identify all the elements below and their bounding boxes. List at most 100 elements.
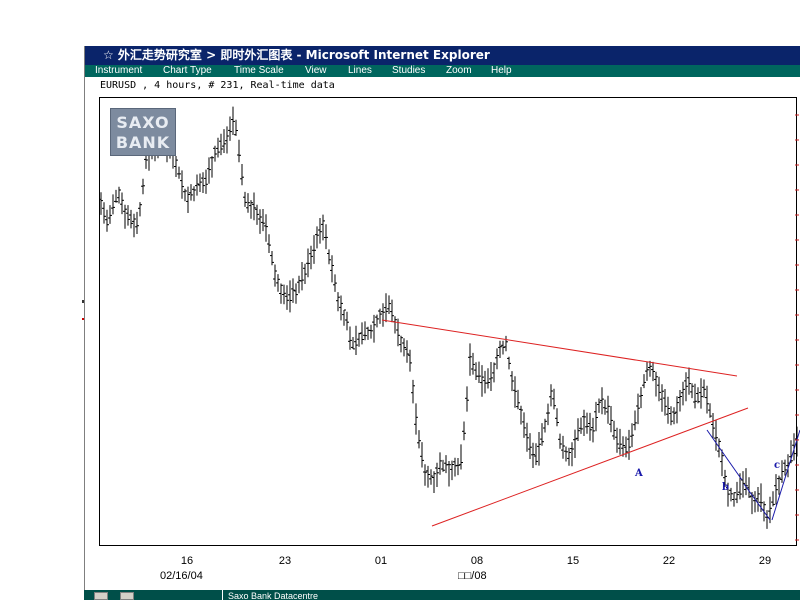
x-tick-label: 29 — [758, 555, 772, 567]
ohlc-bar — [507, 356, 511, 370]
status-divider — [222, 590, 223, 600]
ohlc-bar — [381, 303, 385, 327]
ohlc-bar — [300, 262, 304, 291]
ohlc-bar — [648, 360, 652, 377]
ohlc-bars — [99, 106, 799, 529]
ohlc-bar — [201, 172, 205, 193]
ohlc-bar — [117, 186, 121, 204]
ohlc-bar — [543, 418, 547, 433]
ohlc-bar — [237, 139, 241, 163]
ohlc-bar — [177, 166, 181, 179]
ohlc-bar — [297, 275, 301, 294]
ohlc-bar — [792, 433, 796, 461]
ohlc-bar — [363, 321, 367, 341]
ohlc-bar — [402, 338, 406, 357]
ohlc-bar — [375, 314, 379, 328]
ohlc-bar — [567, 447, 571, 466]
ohlc-bar — [276, 274, 280, 292]
ohlc-bar — [570, 442, 574, 467]
ohlc-bar — [111, 194, 115, 215]
ohlc-bar — [312, 235, 316, 264]
logo-line-1: SAXO — [116, 113, 170, 132]
ohlc-bar — [645, 361, 649, 381]
ohlc-bar — [192, 186, 196, 202]
ohlc-bar — [411, 379, 415, 404]
ohlc-bar — [267, 234, 271, 253]
ohlc-bar — [618, 428, 622, 455]
ohlc-bar — [282, 284, 286, 305]
ohlc-bar — [693, 383, 697, 409]
x-month-label: □□/08 — [458, 570, 487, 582]
x-tick-label: 23 — [278, 555, 292, 567]
ohlc-bar — [210, 156, 214, 178]
status-button[interactable] — [120, 592, 134, 600]
x-tick-label: 01 — [374, 555, 388, 567]
ohlc-bar — [366, 326, 370, 340]
ohlc-bar — [666, 396, 670, 424]
ohlc-bar — [708, 403, 712, 418]
status-button[interactable] — [94, 592, 108, 600]
ohlc-bar — [240, 164, 244, 186]
ohlc-bar — [246, 193, 250, 213]
wave-label: A — [634, 468, 643, 479]
ohlc-bar — [765, 510, 769, 529]
ohlc-bar — [687, 367, 691, 395]
ohlc-bar — [711, 413, 715, 439]
ohlc-bar — [408, 349, 412, 372]
ohlc-bar — [468, 343, 472, 376]
ohlc-bar — [477, 361, 481, 383]
ohlc-bar — [405, 340, 409, 363]
ohlc-bar — [699, 378, 703, 409]
ohlc-bar — [483, 370, 487, 394]
ohlc-bar — [549, 384, 553, 407]
ohlc-bar — [465, 386, 469, 412]
ohlc-bar — [582, 409, 586, 436]
ohlc-bar — [579, 417, 583, 434]
ohlc-bar — [540, 423, 544, 446]
ohlc-bar — [204, 169, 208, 194]
ohlc-bar — [462, 421, 466, 441]
ohlc-bar — [420, 442, 424, 468]
ohlc-bar — [318, 218, 322, 244]
ohlc-bar — [216, 137, 220, 158]
ohlc-bar — [573, 429, 577, 458]
ohlc-bar — [243, 191, 247, 207]
ohlc-bar — [372, 314, 376, 343]
ohlc-bar — [564, 446, 568, 462]
ohlc-bar — [369, 324, 373, 339]
ohlc-bar — [600, 387, 604, 415]
ohlc-bar — [492, 362, 496, 383]
ohlc-bar — [516, 389, 520, 410]
ohlc-bar — [321, 214, 325, 241]
ohlc-bar — [576, 418, 580, 441]
ohlc-bar — [354, 325, 358, 355]
ohlc-bar — [270, 251, 274, 266]
ohlc-bar — [639, 387, 643, 409]
x-tick-label: 22 — [662, 555, 676, 567]
saxo-bank-logo: SAXO BANK — [110, 108, 176, 156]
x-tick-label: 08 — [470, 555, 484, 567]
ohlc-bar — [531, 442, 535, 468]
ohlc-bar — [546, 403, 550, 426]
ohlc-bar — [279, 283, 283, 304]
ohlc-bar — [135, 211, 139, 234]
ohlc-bar — [606, 395, 610, 424]
ohlc-bar — [264, 214, 268, 242]
ohlc-bar — [690, 383, 694, 399]
ohlc-bar — [399, 335, 403, 353]
ohlc-bar — [123, 204, 127, 229]
ohlc-bar — [435, 462, 439, 487]
ohlc-bar — [339, 295, 343, 321]
ohlc-bar — [651, 361, 655, 382]
ohlc-bar — [285, 285, 289, 310]
ohlc-bar — [138, 202, 142, 217]
ohlc-bar — [489, 362, 493, 391]
ohlc-bar — [501, 340, 505, 355]
ohlc-bar — [330, 255, 334, 283]
ohlc-bar — [207, 157, 211, 184]
ohlc-bar — [654, 371, 658, 397]
ohlc-bar — [678, 390, 682, 412]
ohlc-bar — [615, 427, 619, 453]
ohlc-bar — [663, 389, 667, 416]
ohlc-bar — [231, 106, 235, 135]
